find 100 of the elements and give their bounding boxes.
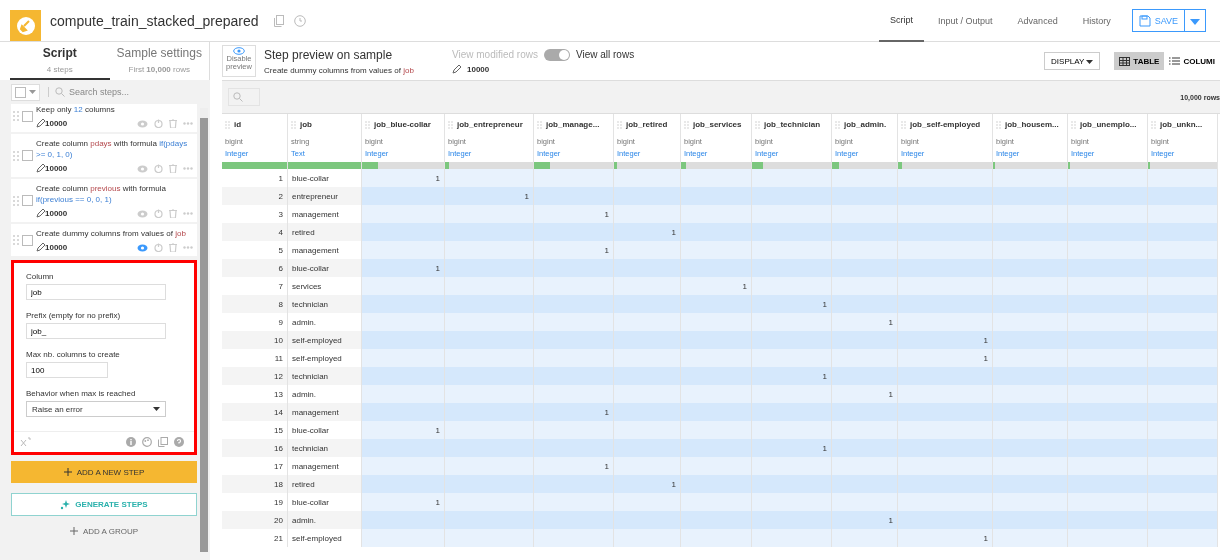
table-cell — [614, 367, 681, 385]
step-checkbox[interactable] — [22, 195, 33, 206]
table-cell — [681, 241, 752, 259]
column-name: job_entrepreneur — [457, 120, 523, 129]
input-field[interactable]: 100 — [26, 362, 108, 378]
table-cell — [681, 511, 752, 529]
table-cell — [1148, 169, 1218, 187]
search-field[interactable]: Search steps... — [48, 87, 189, 97]
preview-title: Step preview on sample — [264, 47, 394, 62]
eye-icon[interactable] — [137, 164, 148, 173]
row-count: 10000 — [45, 119, 68, 128]
add-step-button[interactable]: ADD A NEW STEP — [11, 461, 197, 483]
search-icon — [55, 87, 65, 97]
step-checkbox[interactable] — [22, 234, 33, 246]
preview-subtitle: Create dummy columns from values of job — [264, 65, 415, 75]
table-cell — [681, 385, 752, 403]
trash-icon[interactable] — [169, 119, 177, 128]
pencil-icon — [452, 64, 461, 74]
table-cell — [681, 475, 752, 493]
table-cell — [832, 169, 898, 187]
add-group-button[interactable]: ADD A GROUP — [11, 522, 197, 540]
trash-icon[interactable] — [169, 164, 177, 173]
table-cell: 1 — [362, 259, 445, 277]
drag-handle-icon[interactable] — [13, 195, 19, 206]
clock-icon[interactable] — [293, 14, 306, 27]
copy-icon[interactable] — [158, 437, 168, 447]
trash-icon[interactable] — [169, 209, 177, 218]
header-tab[interactable]: Input / Output — [927, 0, 1004, 42]
power-icon[interactable] — [154, 209, 163, 218]
header-tab[interactable]: Script — [879, 0, 925, 42]
display-dropdown[interactable]: DISPLAY — [1044, 52, 1101, 70]
power-icon[interactable] — [154, 119, 163, 128]
behavior-dropdown[interactable]: Raise an error — [26, 401, 166, 417]
step-card[interactable]: Create column pdays with formula if(pdays >= 0, 1, 0) 10000 — [11, 134, 197, 177]
more-icon[interactable] — [183, 122, 193, 125]
help-icon[interactable] — [174, 437, 184, 447]
table-cell — [614, 259, 681, 277]
table-cell — [832, 349, 898, 367]
step-card[interactable]: Keep only 12 columns 10000 — [11, 104, 197, 132]
more-icon[interactable] — [183, 212, 193, 215]
table-cell: 4 — [222, 223, 288, 241]
drag-handle-icon[interactable] — [13, 235, 19, 245]
caret-icon — [1086, 59, 1094, 64]
table-cell — [614, 457, 681, 475]
eye-icon[interactable] — [137, 243, 148, 252]
step-card[interactable]: Create column previous with formula if(previous == 0, 0, 1) 10000 — [11, 179, 197, 222]
table-cell — [614, 277, 681, 295]
table-cell: 1 — [534, 205, 614, 223]
caret-icon — [153, 407, 160, 411]
drag-handle-icon[interactable] — [13, 150, 19, 161]
caret-icon[interactable] — [29, 90, 36, 94]
trash-icon[interactable] — [169, 243, 177, 252]
power-icon[interactable] — [154, 164, 163, 173]
table-cell — [1148, 277, 1218, 295]
step-checkbox[interactable] — [22, 150, 33, 161]
table-cell: 1 — [898, 529, 993, 547]
table-cell: 1 — [534, 403, 614, 421]
info-icon[interactable] — [126, 437, 136, 447]
eye-icon[interactable] — [137, 209, 148, 218]
table-search-field[interactable] — [228, 88, 260, 106]
power-icon[interactable] — [154, 243, 163, 252]
table-cell — [832, 241, 898, 259]
copy-icon[interactable] — [273, 14, 284, 27]
table-cell: technician — [288, 367, 362, 385]
table-cell: blue-collar — [288, 259, 362, 277]
view-mode-toggle[interactable] — [543, 48, 570, 61]
table-cell — [681, 493, 752, 511]
header-tab[interactable]: History — [1071, 0, 1122, 42]
table-cell: 1 — [445, 187, 534, 205]
more-icon[interactable] — [183, 246, 193, 249]
scrollbar[interactable] — [200, 108, 208, 552]
more-icon[interactable] — [183, 167, 193, 170]
select-all-checkbox[interactable] — [15, 86, 26, 98]
table-cell: admin. — [288, 511, 362, 529]
eye-icon[interactable] — [137, 119, 148, 128]
table-cell — [614, 493, 681, 511]
table-cell: 1 — [898, 331, 993, 349]
list-icon — [1169, 57, 1181, 65]
palette-icon[interactable] — [142, 437, 152, 447]
drag-handle-icon[interactable] — [13, 111, 19, 121]
view-tab[interactable]: TABLE — [1114, 52, 1165, 70]
table-cell: 10 — [222, 331, 288, 349]
step-card[interactable]: Create dummy columns from values of job 10000 — [11, 224, 197, 256]
pencil-icon — [36, 209, 45, 218]
table-cell — [614, 169, 681, 187]
eye-icon — [233, 47, 245, 55]
toggle-label: View modified rows — [452, 49, 538, 60]
save-icon — [1138, 14, 1151, 27]
input-field[interactable]: job — [26, 284, 166, 300]
formula-icon[interactable] — [20, 437, 31, 447]
toggle-label: View all rows — [575, 49, 635, 60]
table-cell — [832, 529, 898, 547]
header-tab[interactable]: Advanced — [1006, 0, 1069, 42]
step-checkbox[interactable] — [22, 110, 33, 122]
table-cell — [1148, 349, 1218, 367]
input-field[interactable]: job_ — [26, 323, 166, 339]
table-cell — [1148, 385, 1218, 403]
table-cell: retired — [288, 475, 362, 493]
table-cell — [832, 295, 898, 313]
table-cell — [1148, 439, 1218, 457]
